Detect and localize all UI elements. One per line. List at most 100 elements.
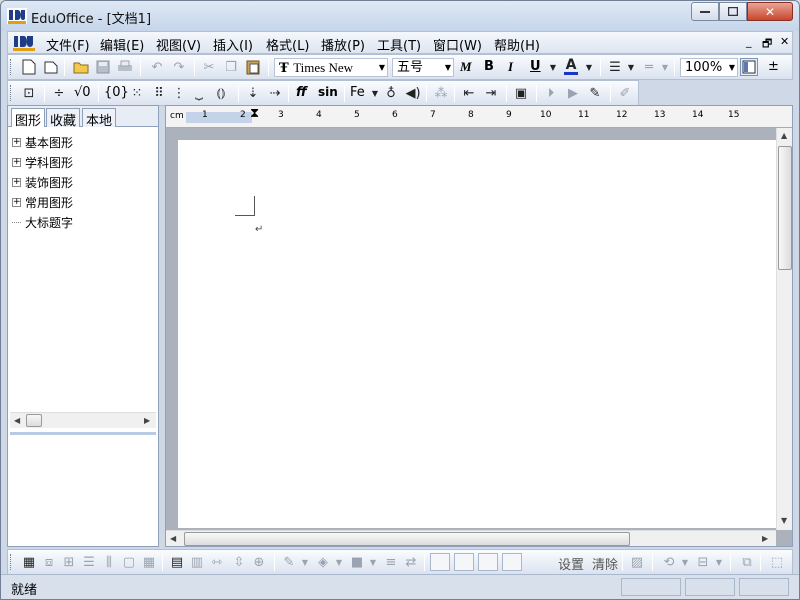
page-layout-icon[interactable]	[740, 58, 758, 76]
eraser-icon[interactable]: ✎	[586, 84, 604, 102]
menu-insert[interactable]: 插入(I)	[213, 35, 253, 54]
menu-view[interactable]: 视图(V)	[156, 35, 201, 54]
horizontal-scrollbar[interactable]: ◀ ▶	[166, 530, 776, 546]
scroll-thumb[interactable]	[26, 414, 42, 427]
chevron-down-icon[interactable]: ▼	[330, 553, 348, 571]
chevron-down-icon[interactable]: ▼	[676, 553, 694, 571]
chevron-down-icon[interactable]: ▼	[296, 553, 314, 571]
color-swatch[interactable]	[454, 553, 474, 571]
text-box-icon[interactable]: ▤	[168, 553, 186, 571]
matrix-grid-icon[interactable]: ⠿	[150, 84, 168, 102]
sound-icon[interactable]: ◀)	[404, 84, 422, 102]
horizontal-ruler[interactable]: cm ⧗ 1 2 3 4 5 6 7 8 9 10 11 12 13 14 15	[166, 106, 792, 128]
fit-height-icon[interactable]: ⇳	[230, 553, 248, 571]
tree-item[interactable]: + 常用图形	[12, 192, 73, 212]
pinyin-icon[interactable]: ⁂	[432, 84, 450, 102]
menu-format[interactable]: 格式(L)	[266, 35, 309, 54]
play-start-icon[interactable]: ⏵	[542, 84, 560, 102]
group-icon[interactable]: ⧉	[738, 553, 756, 571]
doc-restore-button[interactable]: 🗗	[762, 35, 772, 54]
italic-button[interactable]: I	[508, 59, 513, 75]
redo-icon[interactable]: ↷	[170, 58, 188, 76]
underbrace-icon[interactable]: ⏟	[190, 84, 208, 102]
maximize-button[interactable]	[719, 2, 747, 21]
menu-play[interactable]: 播放(P)	[321, 35, 365, 54]
grid-icon[interactable]: ▦	[140, 553, 158, 571]
scroll-thumb[interactable]	[184, 532, 630, 546]
expand-plus-icon[interactable]: +	[12, 137, 21, 147]
scroll-down-icon[interactable]: ▼	[781, 516, 787, 525]
table-icon[interactable]: ▦	[20, 553, 38, 571]
new-page-icon[interactable]	[42, 58, 60, 76]
stack-icon[interactable]: ⋮	[170, 84, 188, 102]
indent-increase-icon[interactable]: ⇥	[482, 84, 500, 102]
swap-icon[interactable]: ⇄	[402, 553, 420, 571]
play-icon[interactable]: ▶	[564, 84, 582, 102]
document-page[interactable]: ↵	[178, 140, 776, 528]
split-cells-icon[interactable]: ⧈	[40, 553, 58, 571]
row-distribute-icon[interactable]: ☰	[80, 553, 98, 571]
image-icon[interactable]: ▨	[628, 553, 646, 571]
ungroup-icon[interactable]: ⬚	[768, 553, 786, 571]
pen-icon[interactable]: ✐	[616, 84, 634, 102]
menu-file[interactable]: 文件(F)	[46, 35, 90, 54]
cut-icon[interactable]: ✂	[200, 58, 218, 76]
fit-page-icon[interactable]: ⊕	[250, 553, 268, 571]
undo-icon[interactable]: ↶	[148, 58, 166, 76]
tab-local[interactable]: 本地	[82, 108, 117, 129]
tab-favorites[interactable]: 收藏	[46, 108, 81, 129]
zoom-select[interactable]: 100% ▼	[680, 58, 738, 77]
tree-item[interactable]: + 装饰图形	[12, 172, 73, 192]
toolbar-grip[interactable]	[10, 554, 13, 570]
close-button[interactable]: ✕	[747, 2, 793, 21]
vertical-text-icon[interactable]: ▥	[188, 553, 206, 571]
chevron-down-icon[interactable]: ▼	[580, 58, 598, 76]
sqrt-button[interactable]: √0	[74, 85, 91, 100]
vertical-scrollbar[interactable]: ▲ ▼	[776, 128, 792, 530]
chevron-down-icon[interactable]: ▼	[544, 58, 562, 76]
expand-plus-icon[interactable]: +	[12, 197, 21, 207]
beaker-icon[interactable]: ♁	[382, 84, 400, 102]
chevron-down-icon[interactable]: ▼	[364, 553, 382, 571]
matrix-icon[interactable]: ⁙	[128, 84, 146, 102]
screen-capture-icon[interactable]: ▣	[512, 84, 530, 102]
toolbar-grip[interactable]	[10, 85, 13, 101]
bold-button[interactable]: B	[484, 59, 494, 74]
fraction-icon[interactable]: ÷	[50, 84, 68, 102]
chevron-down-icon[interactable]: ▼	[622, 58, 640, 76]
open-folder-icon[interactable]	[72, 58, 90, 76]
menu-window[interactable]: 窗口(W)	[433, 35, 482, 54]
indent-marker-icon[interactable]: ⧗	[250, 106, 259, 121]
color-swatch[interactable]	[478, 553, 498, 571]
panel-horizontal-scrollbar[interactable]: ◀ ▶	[10, 412, 156, 428]
menu-help[interactable]: 帮助(H)	[494, 35, 540, 54]
color-swatch[interactable]	[430, 553, 450, 571]
print-icon[interactable]	[116, 58, 134, 76]
expand-plus-icon[interactable]: +	[12, 177, 21, 187]
clear-button[interactable]: 清除	[592, 554, 618, 573]
math-italic-button[interactable]: M	[460, 59, 472, 75]
menu-tools[interactable]: 工具(T)	[377, 35, 421, 54]
line-style-icon[interactable]: ≡	[382, 553, 400, 571]
indent-decrease-icon[interactable]: ⇤	[460, 84, 478, 102]
scroll-right-icon[interactable]: ▶	[144, 416, 150, 425]
chemistry-button[interactable]: Fe	[350, 85, 365, 100]
copy-icon[interactable]: ❐	[222, 58, 240, 76]
tree-item[interactable]: 大标题字	[12, 212, 73, 232]
minimize-button[interactable]	[691, 2, 719, 21]
scroll-right-icon[interactable]: ▶	[762, 534, 768, 543]
doc-close-button[interactable]: ✕	[780, 35, 789, 48]
border-icon[interactable]: ▢	[120, 553, 138, 571]
paste-icon[interactable]	[244, 58, 262, 76]
arrow-right-icon[interactable]: ⇢	[266, 84, 284, 102]
font-name-select[interactable]: Ŧ Times New ▼	[274, 58, 388, 77]
new-document-icon[interactable]	[20, 58, 38, 76]
tree-item[interactable]: + 基本图形	[12, 132, 73, 152]
merge-cells-icon[interactable]: ⊞	[60, 553, 78, 571]
tree-item[interactable]: + 学科图形	[12, 152, 73, 172]
brace-button[interactable]: {0}	[104, 85, 129, 100]
color-swatch[interactable]	[502, 553, 522, 571]
scroll-left-icon[interactable]: ◀	[14, 416, 20, 425]
settings-button[interactable]: 设置	[558, 554, 584, 573]
col-distribute-icon[interactable]: ⫼	[100, 553, 118, 571]
